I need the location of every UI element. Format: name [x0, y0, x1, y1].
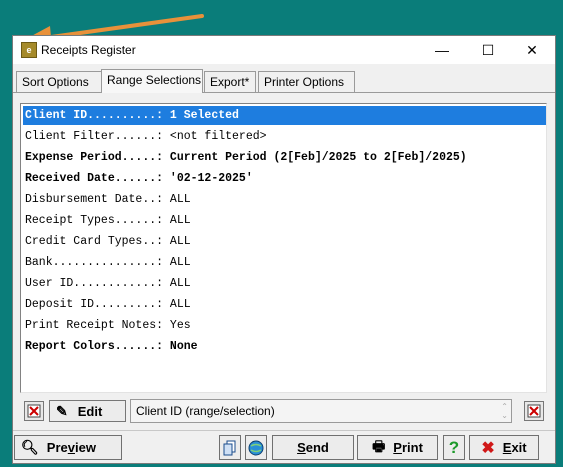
selection-description-field: Client ID (range/selection) ⌃ ⌄ — [130, 399, 512, 423]
title-bar: e Receipts Register — ☐ ✕ — [13, 36, 555, 64]
list-item[interactable]: Credit Card Types..: ALL — [23, 232, 546, 251]
pencil-icon: ✎ — [56, 402, 68, 419]
preview-label-b: v — [67, 440, 75, 455]
reset-icon — [527, 404, 541, 418]
edit-bar: ✎ Edit Client ID (range/selection) ⌃ ⌄ — [13, 396, 555, 428]
tab-sort-options[interactable]: Sort Options — [16, 71, 102, 92]
list-item[interactable]: Deposit ID.........: ALL — [23, 295, 546, 314]
help-button[interactable]: ? — [443, 435, 465, 460]
list-item[interactable]: Expense Period.....: Current Period (2[F… — [23, 148, 546, 167]
tab-printer-options[interactable]: Printer Options — [258, 71, 355, 92]
spinner-icon[interactable]: ⌃ ⌄ — [501, 402, 508, 420]
minimize-button[interactable]: — — [419, 36, 465, 64]
exit-x-icon: ✖ — [481, 439, 495, 457]
list-item[interactable]: Client Filter......: <not filtered> — [23, 127, 546, 146]
clear-selection-button[interactable] — [24, 401, 44, 421]
globe-icon — [248, 440, 264, 455]
list-item[interactable]: Bank...............: ALL — [23, 253, 546, 272]
preview-label-c: iew — [74, 440, 96, 455]
range-selection-list[interactable]: Client ID..........: 1 Selected Client F… — [20, 103, 547, 393]
edit-button-label: Edit — [77, 403, 103, 419]
tab-export[interactable]: Export* — [204, 71, 256, 92]
send-button[interactable]: Send — [272, 435, 354, 460]
magnifier-icon: 🔍︎ — [21, 439, 39, 455]
globe-button[interactable] — [245, 435, 267, 460]
preview-label-a: Pre — [46, 440, 68, 455]
window-title: Receipts Register — [41, 43, 136, 57]
exit-button[interactable]: ✖ Exit — [469, 435, 539, 460]
clear-selection-icon — [27, 404, 41, 418]
list-item[interactable]: Disbursement Date..: ALL — [23, 190, 546, 209]
list-item[interactable]: Received Date......: '02-12-2025' — [23, 169, 546, 188]
exit-label-b: xit — [511, 440, 527, 455]
send-label-a: S — [297, 440, 306, 455]
app-icon: e — [21, 42, 37, 58]
exit-label-a: E — [502, 440, 512, 455]
close-button[interactable]: ✕ — [509, 36, 555, 64]
list-item[interactable]: Print Receipt Notes: Yes — [23, 316, 546, 335]
footer-divider — [13, 430, 555, 431]
tab-divider — [13, 92, 555, 93]
reset-button[interactable] — [524, 401, 544, 421]
edit-button[interactable]: ✎ Edit — [49, 400, 126, 422]
receipts-register-window: e Receipts Register — ☐ ✕ Sort Options R… — [12, 35, 556, 464]
send-label-b: end — [305, 440, 329, 455]
preview-button[interactable]: 🔍︎ Pre v iew — [14, 435, 122, 460]
maximize-button[interactable]: ☐ — [465, 36, 511, 64]
list-item[interactable]: Client ID..........: 1 Selected — [23, 106, 546, 125]
selection-description-text: Client ID (range/selection) — [136, 404, 275, 418]
print-button[interactable]: 🖶︎ Print — [357, 435, 438, 460]
tab-range-selections[interactable]: Range Selections — [101, 69, 203, 93]
copy-icon — [223, 440, 236, 455]
printer-icon: 🖶︎ — [372, 437, 386, 454]
list-item[interactable]: Report Colors......: None — [23, 337, 546, 356]
list-item[interactable]: User ID............: ALL — [23, 274, 546, 293]
print-label-b: rint — [401, 440, 423, 455]
list-item[interactable]: Receipt Types......: ALL — [23, 211, 546, 230]
tab-strip: Sort Options Range Selections Export* Pr… — [13, 69, 555, 93]
print-label-a: P — [393, 440, 402, 455]
copy-button[interactable] — [219, 435, 241, 460]
